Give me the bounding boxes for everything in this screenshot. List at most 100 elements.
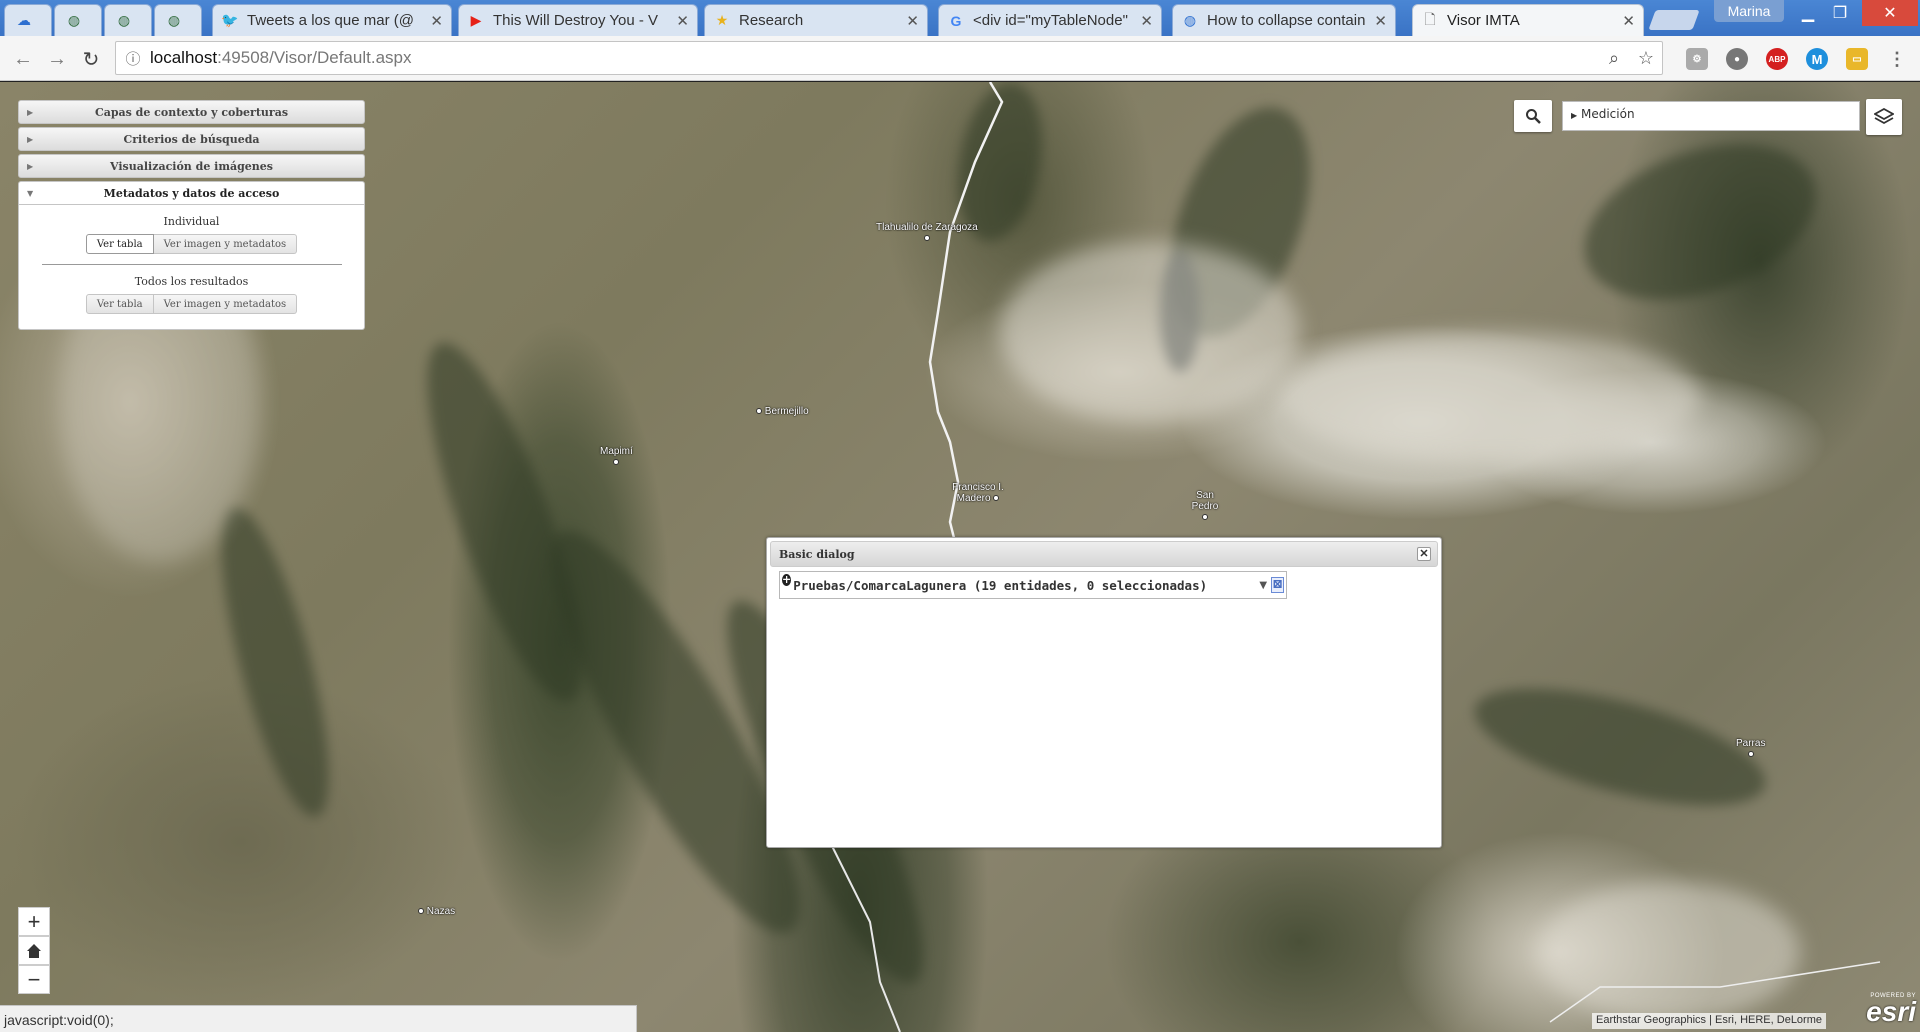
info-icon[interactable]: ⓘ (116, 48, 150, 69)
accordion-header-visualizacion[interactable]: ▶ Visualización de imágenes (18, 154, 365, 178)
basic-dialog: Basic dialog ✕ + Pruebas/ComarcaLagunera… (766, 537, 1442, 848)
tab-twitter[interactable]: 🐦 Tweets a los que mar (@ ✕ (212, 4, 452, 36)
close-icon[interactable]: ✕ (676, 12, 689, 30)
layer-row-text: Pruebas/ComarcaLagunera (19 entidades, 0… (793, 577, 1208, 593)
tab-youtube[interactable]: ▶ This Will Destroy You - V ✕ (458, 4, 698, 36)
browser-toolbar: ← → ↻ ⓘ localhost:49508/Visor/Default.as… (0, 36, 1920, 81)
tab-visor-imta[interactable]: 🗋 Visor IMTA ✕ (1412, 4, 1644, 36)
tab-label: <div id="myTableNode" (973, 12, 1128, 29)
layers-button[interactable] (1866, 99, 1902, 135)
todos-label: Todos los resultados (134, 275, 249, 288)
expand-plus-icon[interactable]: + (782, 574, 792, 586)
close-icon[interactable]: ✕ (430, 12, 443, 30)
youtube-icon: ▶ (470, 12, 482, 28)
browser-tab-strip: ☁ ◍ ◍ ◍ 🐦 Tweets a los que mar (@ ✕ ▶ Th… (0, 0, 1920, 36)
layer-row: + Pruebas/ComarcaLagunera (19 entidades,… (779, 571, 1287, 599)
url-host: localhost (150, 48, 218, 67)
accordion-header-label: Metadatos y datos de acceso (103, 186, 280, 200)
layers-icon (1874, 108, 1894, 125)
adblock-icon[interactable]: ABP (1766, 48, 1788, 70)
individual-label: Individual (163, 215, 220, 228)
search-button[interactable] (1514, 100, 1552, 132)
stackoverflow-icon: ◍ (1183, 12, 1197, 28)
tab-research[interactable]: ★ Research ✕ (704, 4, 928, 36)
reload-icon[interactable]: ↻ (78, 46, 104, 72)
medicion-panel[interactable]: ▶ Medición (1562, 101, 1860, 131)
map-place-label: Bermejillo (756, 406, 809, 417)
close-icon[interactable]: ✕ (1622, 12, 1635, 30)
divider (41, 264, 342, 265)
zoom-in-button[interactable]: + (18, 907, 50, 936)
map-place-label: Tlahualilo de Zaragoza (876, 222, 978, 244)
dialog-titlebar[interactable]: Basic dialog ✕ (770, 541, 1438, 567)
ver-tabla-todos-button[interactable]: Ver tabla (85, 294, 154, 314)
triangle-down-icon: ▼ (27, 188, 34, 198)
window-close-icon[interactable]: ✕ (1862, 0, 1918, 26)
accordion-panel: ▶ Capas de contexto y coberturas ▶ Crite… (18, 100, 365, 330)
medicion-label: Medición (1580, 107, 1635, 121)
tab-label: How to collapse contain (1207, 12, 1366, 29)
tab-label: This Will Destroy You - V (493, 12, 659, 29)
triangle-right-icon: ▶ (27, 161, 34, 171)
tab-pinned-4[interactable]: ◍ (154, 4, 202, 36)
folder-icon[interactable]: ▭ (1846, 48, 1868, 70)
close-icon[interactable]: ✕ (1140, 12, 1153, 30)
tab-label: Research (739, 12, 804, 29)
triangle-right-icon: ▶ (27, 107, 34, 117)
zoom-icon[interactable]: ⌕ (1598, 48, 1630, 69)
restore-icon[interactable]: ❐ (1818, 0, 1862, 26)
tab-pinned-3[interactable]: ◍ (104, 4, 152, 36)
tab-stackoverflow[interactable]: ◍ How to collapse contain ✕ (1172, 4, 1396, 36)
map-place-label: Parras (1736, 738, 1765, 760)
twitter-icon: 🐦 (221, 12, 239, 28)
address-bar[interactable]: ⓘ localhost:49508/Visor/Default.aspx ⌕ ☆ (115, 41, 1663, 75)
triangle-right-icon: ▶ (27, 134, 34, 144)
home-icon (27, 943, 41, 958)
tab-label: Visor IMTA (1447, 12, 1520, 29)
map-place-label: Nazas (418, 906, 455, 917)
zoom-out-button[interactable]: − (18, 965, 50, 994)
bookmark-star-icon[interactable]: ☆ (1630, 48, 1662, 69)
home-button[interactable] (18, 936, 50, 965)
tab-google[interactable]: G <div id="myTableNode" ✕ (938, 4, 1162, 36)
forward-icon[interactable]: → (44, 46, 70, 72)
esri-logo-text: esri (1866, 996, 1916, 1027)
todos-button-group: Ver tabla Ver imagen y metadatos (19, 294, 364, 314)
esri-logo[interactable]: POWERED BY esri (1858, 993, 1916, 1029)
tab-pinned-2[interactable]: ◍ (54, 4, 102, 36)
zoom-controls: + − (18, 907, 50, 994)
dialog-title: Basic dialog (779, 547, 855, 561)
profile-button[interactable]: Marina (1714, 0, 1784, 22)
accordion-header-label: Capas de contexto y coberturas (94, 105, 289, 119)
globe-icon: ◍ (117, 12, 131, 28)
page-icon: 🗋 (1424, 10, 1436, 27)
ver-imagen-individual-button[interactable]: Ver imagen y metadatos (153, 234, 298, 254)
accordion-header-criterios[interactable]: ▶ Criterios de búsqueda (18, 127, 365, 151)
map-place-label: Mapimí (600, 446, 633, 468)
accordion-body-metadatos: Individual Ver tabla Ver imagen y metada… (18, 205, 365, 330)
menu-icon[interactable]: ⋮ (1886, 48, 1908, 70)
ver-imagen-todos-button[interactable]: Ver imagen y metadatos (153, 294, 298, 314)
accordion-header-label: Visualización de imágenes (110, 159, 273, 173)
close-icon[interactable]: ✕ (906, 12, 919, 30)
close-icon[interactable]: ✕ (1374, 12, 1387, 30)
extension-icon[interactable]: ⚙ (1686, 48, 1708, 70)
google-icon: G (950, 12, 962, 29)
accordion-header-metadatos[interactable]: ▼ Metadatos y datos de acceso (18, 181, 365, 205)
accordion-header-label: Criterios de búsqueda (123, 132, 260, 146)
new-tab-button[interactable] (1648, 10, 1700, 30)
layer-dropdown[interactable]: ▼ (1207, 576, 1267, 594)
extension-m-icon[interactable]: M (1806, 48, 1828, 70)
accordion-header-capas[interactable]: ▶ Capas de contexto y coberturas (18, 100, 365, 124)
individual-button-group: Ver tabla Ver imagen y metadatos (19, 234, 364, 254)
tab-pinned-1[interactable]: ☁ (4, 4, 52, 36)
extension-icon[interactable]: ● (1726, 48, 1748, 70)
back-icon[interactable]: ← (10, 46, 36, 72)
ver-tabla-individual-button[interactable]: Ver tabla (85, 234, 154, 254)
clear-selection-icon[interactable]: ⊠ (1271, 577, 1284, 593)
search-icon (1526, 109, 1541, 124)
chevron-down-icon: ▼ (1259, 579, 1268, 591)
dialog-close-button[interactable]: ✕ (1417, 547, 1431, 561)
url-text: localhost:49508/Visor/Default.aspx (150, 48, 1598, 68)
star-icon: ★ (715, 12, 729, 28)
